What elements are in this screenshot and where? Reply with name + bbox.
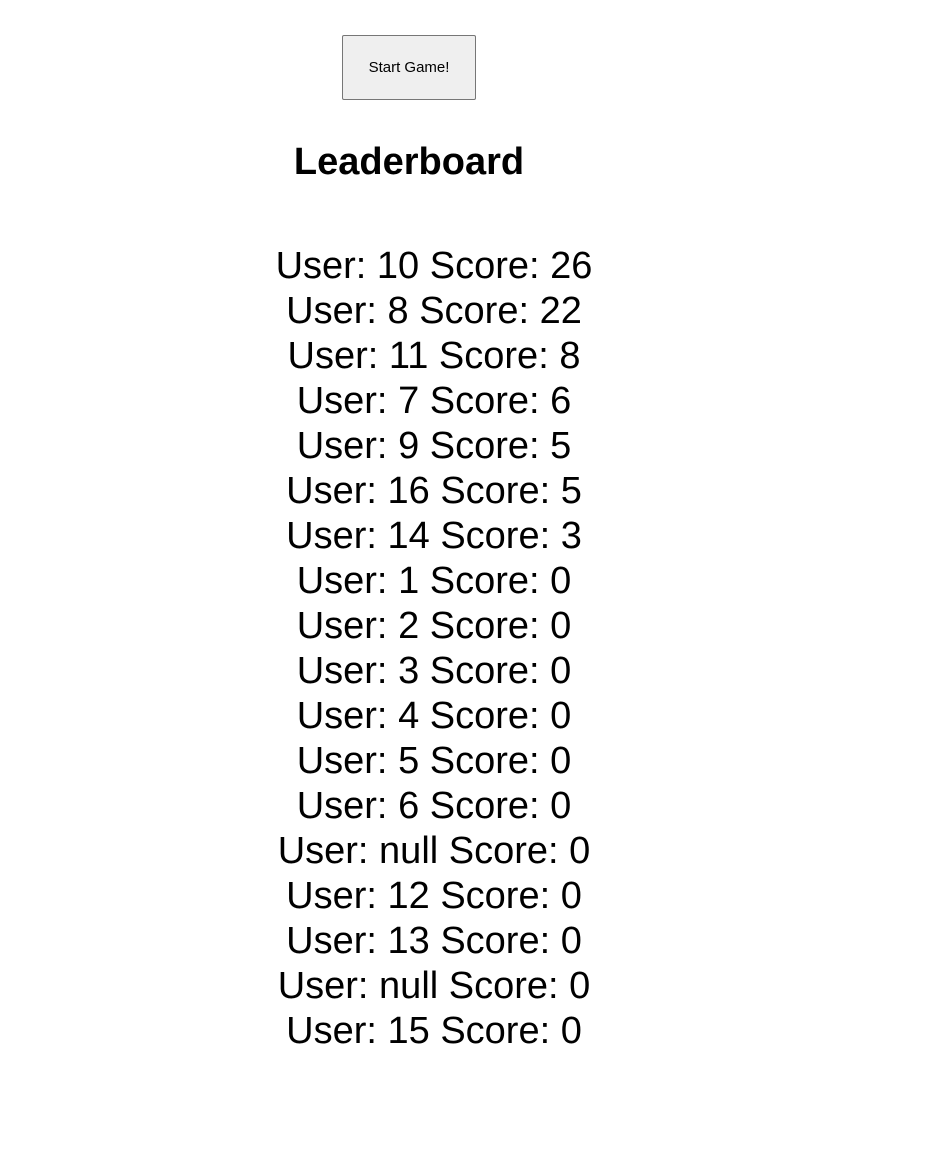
score-label: Score: bbox=[429, 560, 540, 602]
score-value: 0 bbox=[569, 830, 591, 872]
score-label: Score: bbox=[438, 335, 549, 377]
score-label: Score: bbox=[448, 965, 559, 1007]
start-game-button[interactable]: Start Game! bbox=[342, 35, 476, 100]
user-id: null bbox=[379, 830, 439, 872]
score-label: Score: bbox=[429, 245, 540, 287]
score-label: Score: bbox=[440, 470, 551, 512]
score-value: 0 bbox=[560, 875, 582, 917]
leaderboard-row: User: 8 Score: 22 bbox=[184, 289, 684, 334]
score-value: 5 bbox=[560, 470, 582, 512]
user-id: 11 bbox=[388, 335, 429, 377]
user-label: User: bbox=[296, 740, 388, 782]
user-label: User: bbox=[296, 650, 388, 692]
user-label: User: bbox=[286, 290, 377, 332]
user-id: 14 bbox=[387, 515, 430, 557]
score-value: 0 bbox=[550, 560, 572, 602]
score-value: 6 bbox=[550, 380, 572, 422]
user-label: User: bbox=[296, 605, 388, 647]
score-value: 5 bbox=[550, 425, 572, 467]
user-label: User: bbox=[286, 470, 377, 512]
user-id: 4 bbox=[398, 695, 420, 737]
leaderboard-row: User: 2 Score: 0 bbox=[184, 604, 684, 649]
user-id: 9 bbox=[398, 425, 420, 467]
score-value: 0 bbox=[550, 650, 572, 692]
score-value: 22 bbox=[539, 290, 582, 332]
user-label: User: bbox=[286, 1010, 377, 1052]
score-value: 0 bbox=[550, 740, 572, 782]
score-label: Score: bbox=[429, 650, 540, 692]
leaderboard-row: User: 13 Score: 0 bbox=[184, 919, 684, 964]
score-label: Score: bbox=[429, 785, 540, 827]
leaderboard-list: User: 10 Score: 26 User: 8 Score: 22 User:… bbox=[184, 244, 684, 1054]
leaderboard-row: User: 4 Score: 0 bbox=[184, 694, 684, 739]
score-label: Score: bbox=[440, 875, 551, 917]
leaderboard-row: User: 6 Score: 0 bbox=[184, 784, 684, 829]
score-value: 0 bbox=[560, 1010, 582, 1052]
score-label: Score: bbox=[440, 920, 551, 962]
user-id: 2 bbox=[398, 605, 420, 647]
user-label: User: bbox=[296, 560, 388, 602]
score-label: Score: bbox=[429, 380, 540, 422]
user-id: 1 bbox=[398, 560, 420, 602]
leaderboard-title: Leaderboard bbox=[293, 141, 525, 183]
leaderboard-row: User: 7 Score: 6 bbox=[184, 379, 684, 424]
user-label: User: bbox=[287, 335, 379, 377]
leaderboard-row: User: null Score: 0 bbox=[184, 964, 684, 1009]
score-label: Score: bbox=[440, 1010, 551, 1052]
user-label: User: bbox=[277, 830, 369, 872]
user-id: 10 bbox=[376, 245, 420, 287]
leaderboard-row: User: 15 Score: 0 bbox=[184, 1009, 684, 1054]
user-label: User: bbox=[286, 920, 377, 962]
leaderboard-row: User: 3 Score: 0 bbox=[184, 649, 684, 694]
user-label: User: bbox=[275, 245, 367, 287]
score-label: Score: bbox=[448, 830, 559, 872]
score-label: Score: bbox=[429, 425, 540, 467]
score-label: Score: bbox=[429, 695, 540, 737]
user-id: 6 bbox=[398, 785, 420, 827]
user-id: 13 bbox=[387, 920, 430, 962]
user-label: User: bbox=[296, 695, 388, 737]
user-id: 15 bbox=[387, 1010, 430, 1052]
user-label: User: bbox=[286, 515, 377, 557]
score-value: 0 bbox=[550, 605, 572, 647]
user-label: User: bbox=[296, 425, 388, 467]
score-label: Score: bbox=[440, 515, 551, 557]
user-id: 16 bbox=[387, 470, 430, 512]
score-value: 3 bbox=[560, 515, 582, 557]
leaderboard-row: User: 12 Score: 0 bbox=[184, 874, 684, 919]
user-label: User: bbox=[277, 965, 369, 1007]
score-value: 0 bbox=[550, 695, 572, 737]
score-value: 8 bbox=[559, 335, 581, 377]
leaderboard-row: User: 5 Score: 0 bbox=[184, 739, 684, 784]
score-value: 0 bbox=[569, 965, 591, 1007]
leaderboard-row: User: 9 Score: 5 bbox=[184, 424, 684, 469]
user-label: User: bbox=[296, 785, 388, 827]
score-label: Score: bbox=[419, 290, 530, 332]
leaderboard-row: User: 10 Score: 26 bbox=[184, 244, 684, 289]
leaderboard-row: User: 1 Score: 0 bbox=[184, 559, 684, 604]
leaderboard-row: User: 16 Score: 5 bbox=[184, 469, 684, 514]
user-id: 8 bbox=[387, 290, 409, 332]
score-label: Score: bbox=[429, 740, 540, 782]
user-id: 12 bbox=[387, 875, 430, 917]
score-value: 0 bbox=[560, 920, 582, 962]
user-id: 5 bbox=[398, 740, 420, 782]
user-label: User: bbox=[286, 875, 377, 917]
user-id: 7 bbox=[398, 380, 420, 422]
score-label: Score: bbox=[429, 605, 540, 647]
leaderboard-row: User: 11 Score: 8 bbox=[184, 334, 684, 379]
score-value: 26 bbox=[550, 245, 593, 287]
score-value: 0 bbox=[550, 785, 572, 827]
leaderboard-row: User: 14 Score: 3 bbox=[184, 514, 684, 559]
leaderboard-row: User: null Score: 0 bbox=[184, 829, 684, 874]
user-id: 3 bbox=[398, 650, 420, 692]
user-id: null bbox=[379, 965, 439, 1007]
user-label: User: bbox=[296, 380, 388, 422]
